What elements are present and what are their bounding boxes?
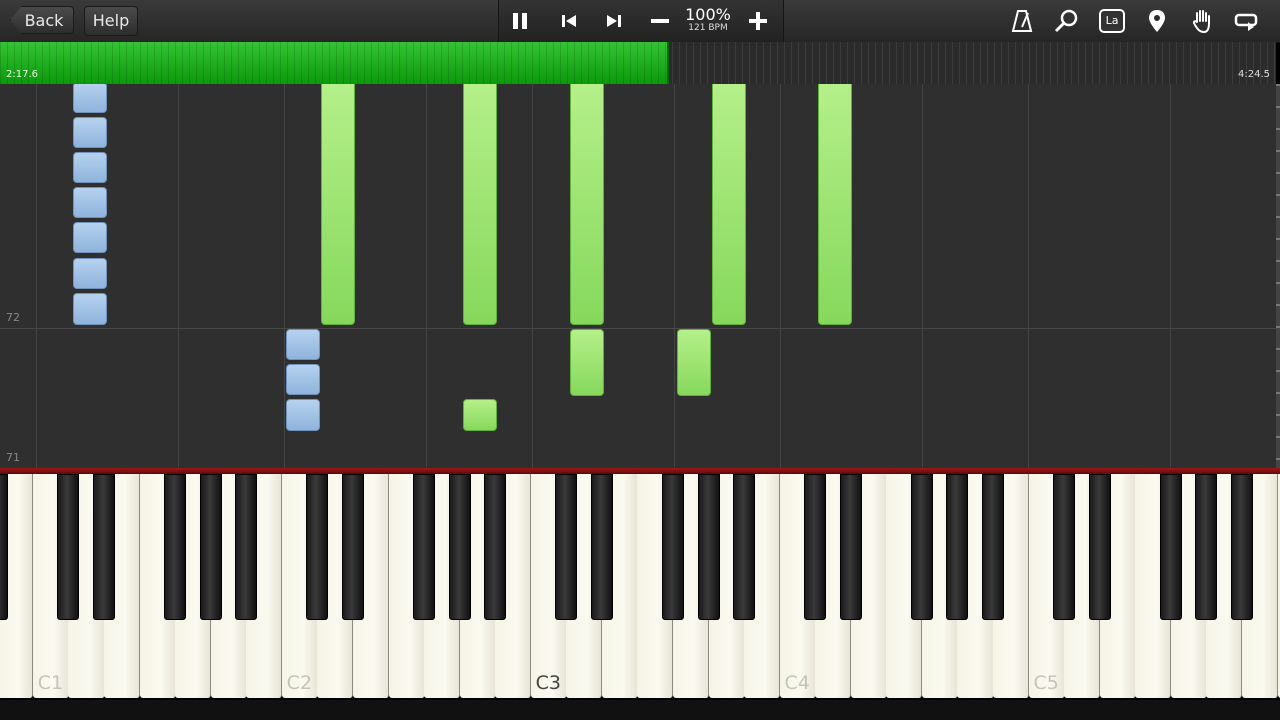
note-right-hand (321, 84, 355, 325)
skip-forward-button[interactable] (594, 4, 634, 38)
black-key[interactable] (448, 474, 471, 620)
measure-number: 72 (6, 311, 20, 324)
roll-scrollbar[interactable] (1276, 84, 1280, 468)
black-key[interactable] (413, 474, 436, 620)
back-button[interactable]: Back (10, 6, 74, 34)
black-key[interactable] (235, 474, 258, 620)
black-key[interactable] (199, 474, 222, 620)
zoom-icon (1054, 9, 1078, 33)
total-time: 4:24.5 (1238, 69, 1270, 80)
note-right-hand (463, 84, 497, 325)
location-pin-button[interactable] (1137, 4, 1177, 38)
note-left-hand (73, 187, 107, 218)
black-key[interactable] (1088, 474, 1111, 620)
grid-line (426, 84, 427, 468)
octave-label: C5 (1033, 672, 1059, 694)
black-key[interactable] (804, 474, 827, 620)
pause-button[interactable] (500, 4, 540, 38)
black-key[interactable] (590, 474, 613, 620)
tempo-increase-button[interactable] (738, 4, 778, 38)
progress-fill (0, 42, 670, 84)
grid-line (532, 84, 533, 468)
note-left-hand (73, 222, 107, 253)
black-key[interactable] (1230, 474, 1253, 620)
black-key[interactable] (733, 474, 756, 620)
zoom-button[interactable] (1046, 4, 1086, 38)
black-key[interactable] (341, 474, 364, 620)
location-pin-icon (1149, 10, 1165, 32)
note-left-hand (286, 329, 320, 360)
metronome-icon (1011, 10, 1033, 32)
measure-number: 71 (6, 451, 20, 464)
falling-notes-area: 72 71 (0, 84, 1276, 468)
black-key[interactable] (555, 474, 578, 620)
black-key[interactable] (946, 474, 969, 620)
note-right-hand (818, 84, 852, 325)
grid-line (780, 84, 781, 468)
skip-back-button[interactable] (549, 4, 589, 38)
piano-keyboard: C1 C2 C3 C4 C5 (0, 474, 1280, 700)
black-key[interactable] (484, 474, 507, 620)
note-left-hand (73, 152, 107, 183)
black-key[interactable] (839, 474, 862, 620)
black-key[interactable] (0, 474, 9, 620)
black-key[interactable] (164, 474, 187, 620)
skip-back-icon (562, 15, 576, 27)
note-right-hand (677, 329, 711, 396)
metronome-button[interactable] (1002, 4, 1042, 38)
hand-icon (1192, 10, 1210, 34)
pause-icon (513, 13, 527, 29)
hand-button[interactable] (1182, 4, 1222, 38)
note-left-hand (73, 117, 107, 148)
grid-line (1170, 84, 1171, 468)
black-key[interactable] (57, 474, 80, 620)
black-key[interactable] (306, 474, 329, 620)
note-right-hand (570, 329, 604, 396)
note-left-hand (73, 258, 107, 289)
black-key[interactable] (982, 474, 1005, 620)
note-right-hand (570, 84, 604, 325)
grid-line (674, 84, 675, 468)
tempo-bpm: 121 BPM (688, 23, 728, 33)
song-progress-bar[interactable]: 2:17.6 4:24.5 (0, 42, 1276, 84)
tempo-decrease-button[interactable] (640, 4, 680, 38)
octave-label: C3 (535, 672, 561, 694)
loop-button[interactable] (1227, 4, 1267, 38)
black-key[interactable] (697, 474, 720, 620)
measure-line (0, 328, 1276, 329)
black-key[interactable] (910, 474, 933, 620)
note-left-hand (286, 399, 320, 431)
skip-forward-icon (607, 15, 621, 27)
minus-icon (651, 19, 669, 23)
note-left-hand (73, 293, 107, 325)
grid-line (36, 84, 37, 468)
current-time: 2:17.6 (6, 69, 38, 80)
grid-line (178, 84, 179, 468)
top-toolbar: Back Help 100% 121 BPM La (0, 0, 1280, 43)
note-left-hand (73, 84, 107, 113)
note-label-icon: La (1099, 9, 1125, 33)
black-key[interactable] (1195, 474, 1218, 620)
note-right-hand (712, 84, 746, 325)
grid-line (1028, 84, 1029, 468)
black-key[interactable] (662, 474, 684, 620)
bottom-edge (0, 700, 1280, 720)
grid-line (922, 84, 923, 468)
octave-label: C2 (286, 672, 313, 694)
note-label-button[interactable]: La (1092, 4, 1132, 38)
black-key[interactable] (93, 474, 116, 620)
grid-line (284, 84, 285, 468)
note-right-hand (463, 399, 497, 431)
octave-label: C4 (784, 672, 810, 694)
note-left-hand (286, 364, 320, 395)
tempo-percent: 100% (685, 5, 731, 24)
black-key[interactable] (1159, 474, 1182, 620)
octave-label: C1 (37, 672, 64, 694)
black-key[interactable] (1053, 474, 1076, 620)
plus-icon (749, 12, 767, 30)
loop-icon (1234, 13, 1258, 31)
help-button[interactable]: Help (84, 6, 138, 36)
